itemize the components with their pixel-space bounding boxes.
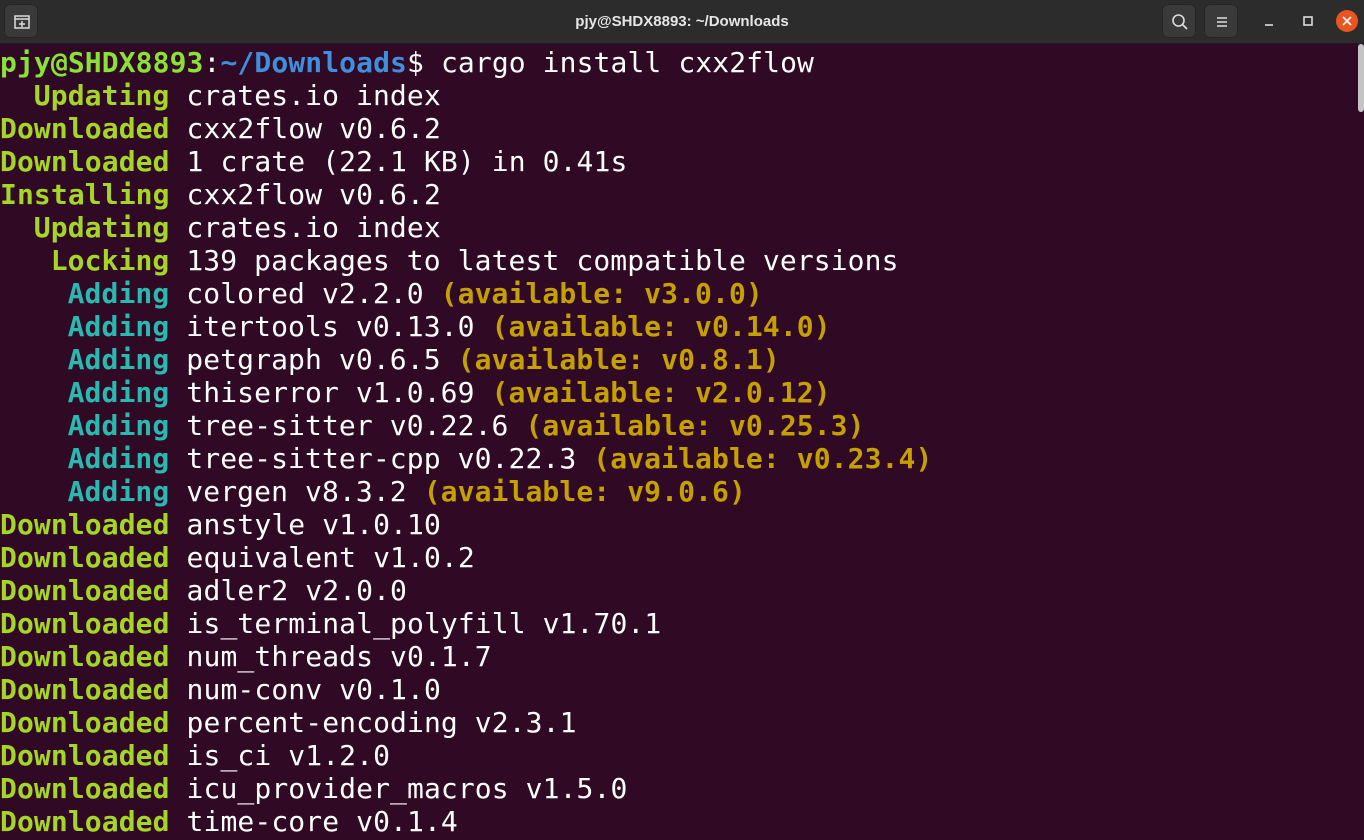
output-line: Updating crates.io index: [0, 211, 441, 244]
line-text: cxx2flow v0.6.2: [169, 178, 441, 211]
available-version-note: (available: v9.0.6): [423, 475, 746, 508]
status-label: Downloaded: [0, 508, 170, 541]
line-text: colored v2.2.0: [169, 277, 441, 310]
status-label: Adding: [67, 277, 170, 310]
line-text: cxx2flow v0.6.2: [169, 112, 441, 145]
status-label: Adding: [67, 475, 170, 508]
line-text: thiserror v1.0.69: [169, 376, 492, 409]
output-line: Adding tree-sitter v0.22.6 (available: v…: [0, 409, 865, 442]
line-text: itertools v0.13.0: [169, 310, 492, 343]
available-version-note: (available: v3.0.0): [440, 277, 763, 310]
status-label: Adding: [67, 442, 170, 475]
line-text: icu_provider_macros v1.5.0: [169, 772, 628, 805]
output-line: Installing cxx2flow v0.6.2: [0, 178, 441, 211]
prompt-command: cargo install cxx2flow: [423, 46, 815, 79]
status-label: Locking: [50, 244, 170, 277]
output-line: Updating crates.io index: [0, 79, 441, 112]
status-label: Downloaded: [0, 640, 170, 673]
line-text: crates.io index: [169, 211, 441, 244]
output-line: Downloaded anstyle v1.0.10: [0, 508, 441, 541]
line-text: is_terminal_polyfill v1.70.1: [169, 607, 662, 640]
title-bar[interactable]: pjy@SHDX8893: ~/Downloads: [0, 0, 1364, 44]
line-text: petgraph v0.6.5: [169, 343, 458, 376]
status-label: Adding: [67, 376, 170, 409]
status-label: Adding: [67, 310, 170, 343]
output-line: Downloaded icu_provider_macros v1.5.0: [0, 772, 627, 805]
status-label: Downloaded: [0, 541, 170, 574]
status-label: Installing: [0, 178, 170, 211]
minimize-icon: [1265, 24, 1273, 26]
output-line: Adding petgraph v0.6.5 (available: v0.8.…: [0, 343, 780, 376]
line-text: percent-encoding v2.3.1: [169, 706, 577, 739]
line-text: tree-sitter v0.22.6: [169, 409, 526, 442]
hamburger-menu-icon: [1217, 17, 1227, 27]
output-line: Downloaded equivalent v1.0.2: [0, 541, 475, 574]
terminal-output[interactable]: pjy@SHDX8893:~/Downloads$ cargo install …: [0, 44, 1364, 840]
status-label: Downloaded: [0, 145, 170, 178]
output-line: Adding itertools v0.13.0 (available: v0.…: [0, 310, 831, 343]
output-line: Adding thiserror v1.0.69 (available: v2.…: [0, 376, 831, 409]
output-line: Adding tree-sitter-cpp v0.22.3 (availabl…: [0, 442, 933, 475]
output-line: Downloaded cxx2flow v0.6.2: [0, 112, 441, 145]
status-label: Downloaded: [0, 739, 170, 772]
status-label: Updating: [33, 79, 170, 112]
status-label: Downloaded: [0, 772, 170, 805]
status-label: Downloaded: [0, 805, 170, 838]
maximize-button[interactable]: [1291, 4, 1325, 38]
status-label: Downloaded: [0, 112, 170, 145]
line-text: equivalent v1.0.2: [169, 541, 475, 574]
status-label: Adding: [67, 343, 170, 376]
output-line: Downloaded time-core v0.1.4: [0, 805, 458, 838]
output-line: Downloaded adler2 v2.0.0: [0, 574, 407, 607]
line-text: is_ci v1.2.0: [169, 739, 391, 772]
line-text: 139 packages to latest compatible versio…: [169, 244, 899, 277]
window-title: pjy@SHDX8893: ~/Downloads: [575, 13, 789, 30]
output-line: Adding vergen v8.3.2 (available: v9.0.6): [0, 475, 746, 508]
output-line: Downloaded is_terminal_polyfill v1.70.1: [0, 607, 661, 640]
close-button[interactable]: [1330, 4, 1364, 38]
line-text: vergen v8.3.2: [169, 475, 424, 508]
available-version-note: (available: v0.25.3): [525, 409, 865, 442]
available-version-note: (available: v0.14.0): [491, 310, 831, 343]
status-label: Downloaded: [0, 574, 170, 607]
scrollbar-thumb[interactable]: [1358, 44, 1364, 112]
output-line: Downloaded is_ci v1.2.0: [0, 739, 390, 772]
maximize-icon: [1303, 16, 1313, 26]
line-text: crates.io index: [169, 79, 441, 112]
output-line: Adding colored v2.2.0 (available: v3.0.0…: [0, 277, 763, 310]
output-line: Locking 139 packages to latest compatibl…: [0, 244, 899, 277]
prompt-user-host: pjy@SHDX8893: [0, 46, 204, 79]
status-label: Updating: [33, 211, 170, 244]
search-button[interactable]: [1162, 4, 1196, 38]
line-text: num-conv v0.1.0: [169, 673, 441, 706]
close-icon: [1336, 10, 1358, 32]
minimize-button[interactable]: [1252, 4, 1286, 38]
status-label: Downloaded: [0, 607, 170, 640]
prompt-dollar: $: [407, 46, 424, 79]
prompt-path: ~/Downloads: [220, 46, 408, 79]
line-text: anstyle v1.0.10: [169, 508, 441, 541]
search-icon: [1172, 14, 1188, 30]
line-text: 1 crate (22.1 KB) in 0.41s: [169, 145, 628, 178]
available-version-note: (available: v0.23.4): [593, 442, 933, 475]
terminal-window: pjy@SHDX8893: ~/Downloads pjy@SHDX8893:~…: [0, 0, 1364, 840]
line-text: tree-sitter-cpp v0.22.3: [169, 442, 594, 475]
line-text: adler2 v2.0.0: [169, 574, 407, 607]
status-label: Downloaded: [0, 673, 170, 706]
output-line: Downloaded num_threads v0.1.7: [0, 640, 492, 673]
status-label: Adding: [67, 409, 170, 442]
prompt-colon: :: [203, 46, 221, 79]
output-line: Downloaded 1 crate (22.1 KB) in 0.41s: [0, 145, 627, 178]
output-line: Downloaded num-conv v0.1.0: [0, 673, 441, 706]
status-label: Downloaded: [0, 706, 170, 739]
available-version-note: (available: v0.8.1): [457, 343, 780, 376]
output-line: Downloaded percent-encoding v2.3.1: [0, 706, 577, 739]
available-version-note: (available: v2.0.12): [491, 376, 831, 409]
prompt-line: pjy@SHDX8893:~/Downloads$ cargo install …: [0, 46, 814, 79]
menu-button[interactable]: [1204, 4, 1238, 38]
line-text: time-core v0.1.4: [169, 805, 458, 838]
line-text: num_threads v0.1.7: [169, 640, 492, 673]
